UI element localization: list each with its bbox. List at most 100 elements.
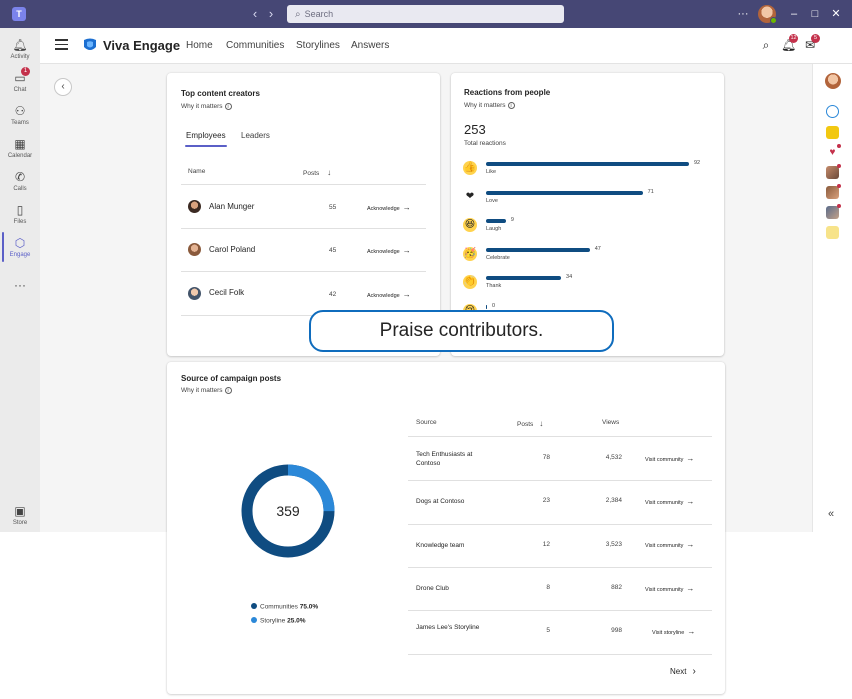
- rail-label: Files: [13, 219, 27, 225]
- info-icon: i: [224, 387, 232, 394]
- profile-avatar[interactable]: [825, 73, 841, 89]
- divider: [181, 228, 426, 229]
- source-name: Tech Enthusiasts at Contoso: [416, 450, 473, 467]
- source-posts: 23: [542, 497, 550, 505]
- reaction-love-icon: ❤: [463, 190, 477, 204]
- legend-percent: 25.0%: [287, 617, 306, 625]
- divider: [408, 523, 712, 525]
- donut-total: 359: [276, 503, 300, 519]
- contact-avatar[interactable]: [826, 186, 839, 199]
- hamburger-menu-icon[interactable]: [55, 39, 68, 50]
- why-it-matters-link[interactable]: Why it matters i: [181, 103, 232, 110]
- rail-item-engage[interactable]: ⬡ Engage: [0, 235, 40, 258]
- rail-label: Calls: [13, 186, 27, 192]
- reaction-count: 34: [566, 274, 573, 280]
- why-label: Why it matters: [181, 103, 223, 111]
- viva-engage-logo-icon: [84, 38, 96, 50]
- app-title: Viva Engage: [103, 38, 181, 53]
- rail-item-calls[interactable]: ✆ Calls: [0, 169, 40, 192]
- rail-label: Engage: [9, 252, 31, 258]
- rail-item-calendar[interactable]: ▦ Calendar: [0, 136, 40, 159]
- why-it-matters-link[interactable]: Why it matters i: [464, 102, 515, 109]
- rail-label: Calendar: [7, 153, 33, 159]
- arrow-right-icon: →: [687, 626, 696, 636]
- acknowledge-button[interactable]: Acknowledge →: [367, 246, 411, 255]
- rail-item-chat[interactable]: ▭ 1 Chat: [0, 67, 40, 93]
- column-header-name: Name: [188, 168, 206, 175]
- rail-item-activity[interactable]: 🔔︎ Activity: [0, 37, 40, 60]
- back-arrow-icon[interactable]: ‹: [247, 5, 263, 23]
- search-icon[interactable]: ⌕: [759, 38, 773, 52]
- acknowledge-button[interactable]: Acknowledge →: [367, 290, 411, 299]
- maximize-button[interactable]: □: [807, 5, 823, 23]
- rail-item-store[interactable]: ▣ Store: [0, 503, 40, 526]
- collapse-panel-icon[interactable]: «: [828, 508, 834, 520]
- arrow-right-icon: →: [686, 453, 695, 463]
- avatar: [188, 287, 201, 300]
- reaction-count: 92: [694, 160, 701, 166]
- column-header-posts[interactable]: Posts ↓: [517, 419, 543, 428]
- close-button[interactable]: ✕: [828, 5, 844, 23]
- reaction-thank-icon: 👏: [463, 275, 477, 289]
- total-reactions-label: Total reactions: [464, 140, 506, 147]
- rail-label: Activity: [10, 54, 30, 60]
- rail-label: Store: [12, 520, 28, 526]
- calendar-icon: ▦: [14, 137, 26, 151]
- reaction-bar: [486, 276, 562, 280]
- info-icon: i: [224, 103, 232, 110]
- column-header-posts[interactable]: Posts ↓: [303, 168, 331, 177]
- reaction-count: 9: [510, 217, 514, 223]
- reaction-label: Thank: [486, 283, 502, 289]
- divider: [408, 480, 712, 482]
- nav-storylines[interactable]: Storylines: [296, 40, 340, 51]
- visit-community-button[interactable]: Visit community →: [645, 497, 694, 506]
- nav-home[interactable]: Home: [186, 40, 213, 51]
- source-name: Dogs at Contoso: [416, 498, 465, 506]
- more-options-icon[interactable]: ···: [735, 5, 751, 23]
- contact-avatar[interactable]: [826, 206, 839, 219]
- why-label: Why it matters: [181, 387, 223, 395]
- reaction-like-icon: 👍: [463, 161, 477, 175]
- app-notes-icon[interactable]: [826, 126, 839, 139]
- nav-communities[interactable]: Communities: [226, 40, 284, 51]
- app-refresh-icon[interactable]: [826, 105, 839, 118]
- creator-posts: 45: [329, 247, 337, 254]
- back-button[interactable]: ‹: [54, 78, 72, 96]
- search-placeholder: Search: [304, 9, 334, 19]
- profile-avatar[interactable]: [758, 5, 777, 24]
- reaction-laugh-icon: 😆: [463, 218, 477, 232]
- teams-logo-icon: T: [12, 7, 26, 21]
- reaction-label: Like: [486, 169, 497, 175]
- nav-answers[interactable]: Answers: [351, 40, 389, 51]
- app-rail: 🔔︎ Activity ▭ 1 Chat ⚇ Teams ▦ Calendar …: [0, 28, 40, 532]
- app-sticky-icon[interactable]: [826, 226, 839, 239]
- rail-item-files[interactable]: ▯ Files: [0, 202, 40, 225]
- reaction-bar: [486, 162, 689, 166]
- acknowledge-label: Acknowledge: [367, 206, 400, 212]
- visit-storyline-button[interactable]: Visit storyline →: [652, 627, 695, 636]
- reaction-bar: [486, 248, 590, 252]
- legend-item-communities: Communities 75.0%: [251, 603, 318, 611]
- next-label: Next: [670, 667, 687, 676]
- acknowledge-button[interactable]: Acknowledge →: [367, 203, 411, 212]
- legend-item-storyline: Storyline 25.0%: [251, 617, 306, 625]
- contact-avatar[interactable]: [826, 166, 839, 179]
- divider: [181, 271, 426, 272]
- rail-item-teams[interactable]: ⚇ Teams: [0, 103, 40, 126]
- creator-name: Cecil Folk: [209, 288, 245, 297]
- search-input[interactable]: ⌕ Search: [287, 5, 564, 23]
- rail-item-more[interactable]: ···: [0, 277, 40, 293]
- next-button[interactable]: Next ›: [670, 666, 696, 677]
- visit-community-button[interactable]: Visit community →: [645, 584, 694, 593]
- minimize-button[interactable]: –: [786, 5, 802, 23]
- tab-employees[interactable]: Employees: [186, 131, 226, 140]
- visit-community-button[interactable]: Visit community →: [645, 454, 694, 463]
- source-name: James Lee's Storyline: [416, 623, 480, 631]
- source-views: 3,523: [605, 540, 622, 548]
- app-pin-icon[interactable]: ♥: [826, 146, 839, 159]
- visit-community-button[interactable]: Visit community →: [645, 540, 694, 549]
- tab-leaders[interactable]: Leaders: [241, 131, 270, 140]
- notification-dot: [837, 204, 841, 208]
- why-it-matters-link[interactable]: Why it matters i: [181, 387, 232, 394]
- forward-arrow-icon[interactable]: ›: [263, 5, 279, 23]
